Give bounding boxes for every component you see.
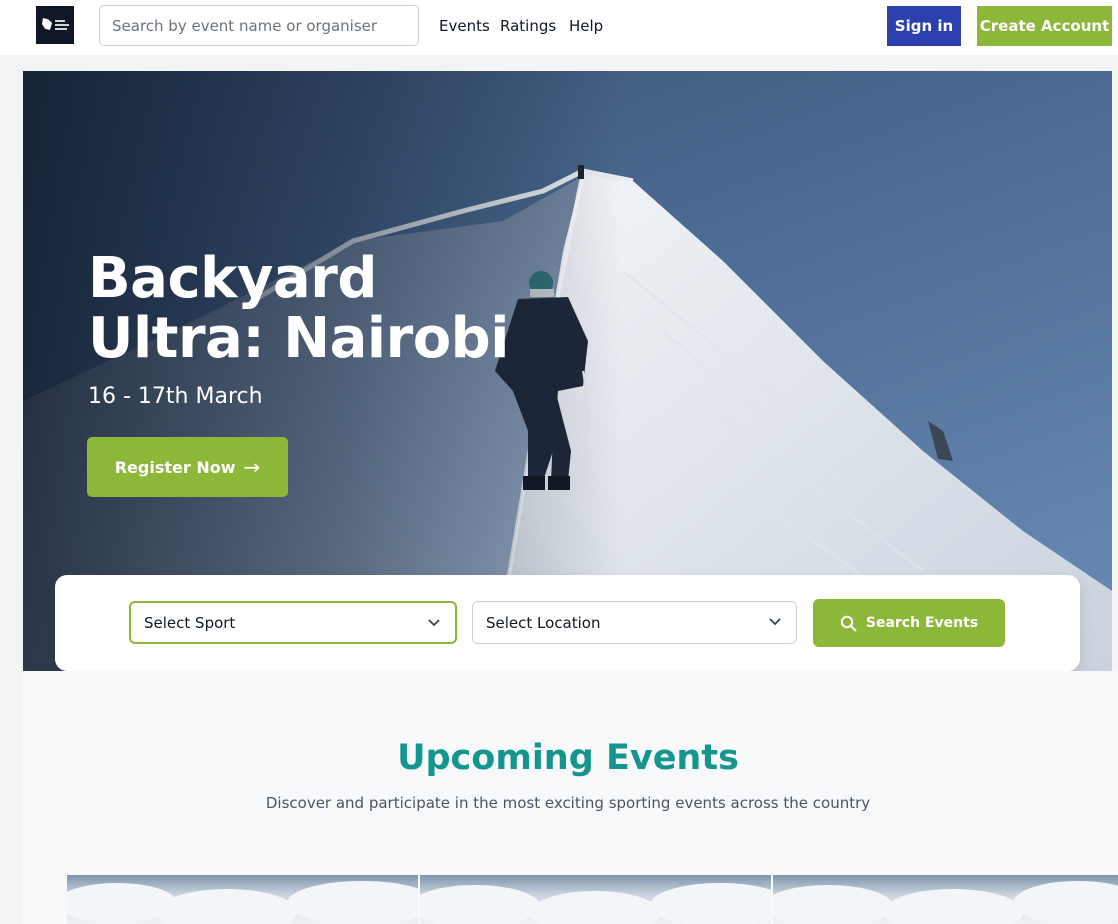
register-now-label: Register Now — [114, 457, 236, 477]
sign-in-button[interactable]: Sign in — [887, 6, 961, 46]
sport-select-value: Select Sport — [144, 613, 236, 632]
event-filter-panel: Select Sport Select Location Search Even… — [55, 575, 1080, 671]
upcoming-events-heading: Upcoming Events — [397, 738, 739, 778]
nav-link-ratings[interactable]: Ratings — [500, 16, 556, 36]
hero-event-title: Backyard Ultra: Nairobi — [88, 246, 509, 371]
location-select[interactable]: Select Location — [472, 601, 797, 644]
event-card-image[interactable] — [773, 875, 1118, 924]
arrow-right-icon: → — [243, 455, 261, 479]
event-card-image[interactable] — [67, 875, 418, 924]
search-icon — [840, 615, 857, 631]
create-account-button[interactable]: Create Account — [977, 6, 1112, 46]
top-navigation-bar: Events Ratings Help Sign in Create Accou… — [0, 0, 1118, 55]
chevron-down-icon — [769, 618, 781, 626]
search-events-label: Search Events — [865, 615, 979, 631]
site-logo[interactable] — [36, 6, 74, 44]
chevron-down-icon — [428, 619, 440, 627]
logo-emblem-icon — [42, 18, 52, 30]
upcoming-events-subtitle: Discover and participate in the most exc… — [265, 794, 871, 812]
nav-link-events[interactable]: Events — [439, 16, 490, 36]
register-now-button[interactable]: Register Now → — [87, 437, 288, 497]
search-input[interactable] — [99, 5, 419, 46]
event-card-image[interactable] — [420, 875, 771, 924]
nav-link-help[interactable]: Help — [569, 16, 603, 36]
search-events-button[interactable]: Search Events — [813, 599, 1005, 647]
hero-event-date: 16 - 17th March — [88, 384, 263, 409]
sport-select[interactable]: Select Sport — [129, 601, 457, 644]
location-select-value: Select Location — [486, 613, 601, 632]
